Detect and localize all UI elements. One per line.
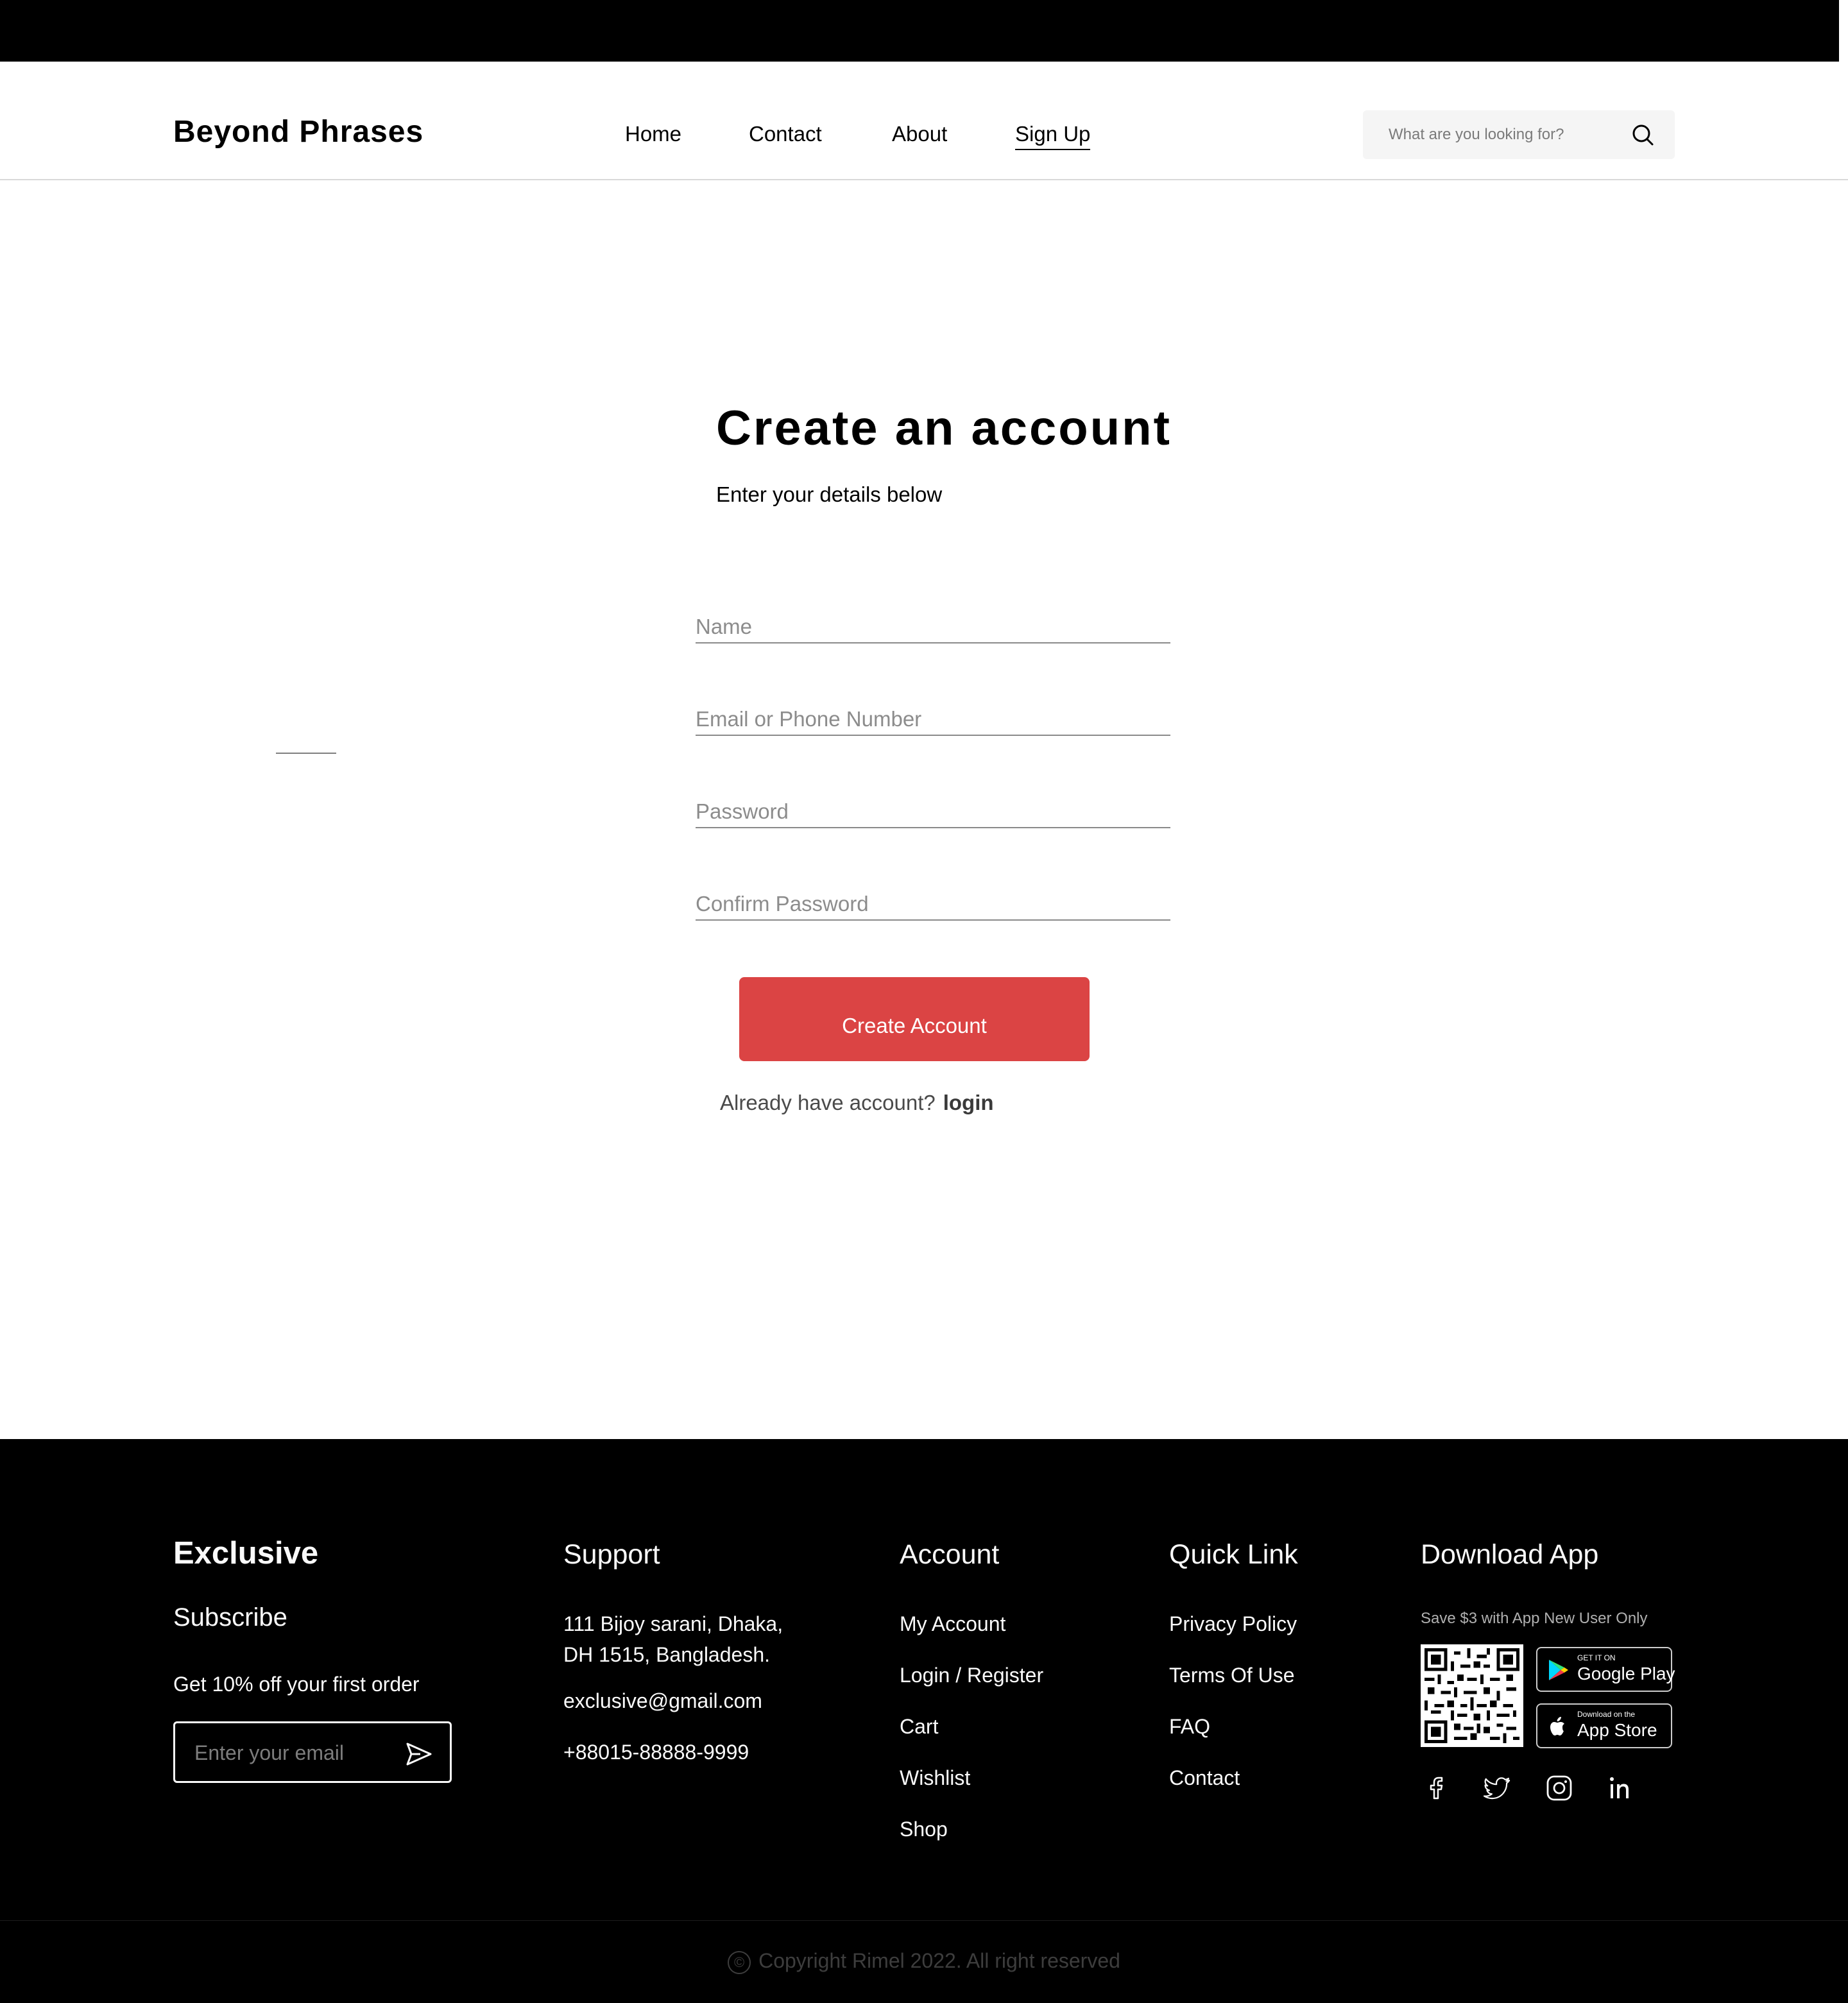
site-header: Beyond Phrases Home Contact About Sign U…: [0, 62, 1848, 180]
decorative-line: [276, 753, 336, 754]
footer-brand[interactable]: Exclusive: [173, 1535, 318, 1571]
create-account-button[interactable]: Create Account: [739, 977, 1090, 1061]
email-phone-field[interactable]: [696, 691, 1170, 736]
google-play-button[interactable]: GET IT ON Google Play: [1536, 1647, 1675, 1692]
qr-code[interactable]: [1421, 1644, 1523, 1747]
support-title: Support: [563, 1539, 660, 1570]
subscribe-form: [173, 1721, 452, 1783]
app-store-label: App Store: [1577, 1720, 1657, 1740]
google-play-small-label: GET IT ON: [1577, 1653, 1616, 1662]
google-play-icon: [1549, 1660, 1568, 1680]
linkedin-icon[interactable]: [1605, 1773, 1636, 1803]
apple-icon: [1550, 1717, 1564, 1735]
account-link-wishlist[interactable]: Wishlist: [900, 1762, 970, 1793]
nav-contact[interactable]: Contact: [749, 122, 822, 146]
copyright-icon: ©: [728, 1950, 751, 1974]
login-row: Already have account? login: [720, 1091, 994, 1115]
twitter-icon[interactable]: [1482, 1773, 1513, 1803]
password-field[interactable]: [696, 783, 1170, 828]
app-store-button[interactable]: Download on the App Store: [1536, 1703, 1672, 1748]
support-phone[interactable]: +88015-88888-9999: [563, 1737, 749, 1768]
facebook-icon[interactable]: [1421, 1773, 1451, 1803]
support-address-line2: DH 1515, Bangladesh.: [563, 1643, 770, 1666]
quick-link-terms-of-use[interactable]: Terms Of Use: [1169, 1660, 1295, 1691]
quick-link-faq[interactable]: FAQ: [1169, 1711, 1210, 1742]
send-icon[interactable]: [404, 1739, 434, 1769]
search-icon[interactable]: [1630, 122, 1656, 148]
form-subtitle: Enter your details below: [716, 482, 943, 506]
copyright-text: Copyright Rimel 2022. All right reserved: [758, 1949, 1120, 1972]
form-title: Create an account: [716, 401, 1172, 456]
top-bar: [0, 0, 1839, 62]
subscribe-email-input[interactable]: [194, 1740, 387, 1766]
site-footer: Exclusive Subscribe Get 10% off your fir…: [0, 1439, 1848, 2003]
account-link-cart[interactable]: Cart: [900, 1711, 938, 1742]
copyright-bar: © Copyright Rimel 2022. All right reserve…: [0, 1920, 1848, 2003]
app-promo-note: Save $3 with App New User Only: [1421, 1610, 1648, 1627]
instagram-icon[interactable]: [1544, 1773, 1575, 1803]
name-field[interactable]: [696, 599, 1170, 644]
subscribe-offer: Get 10% off your first order: [173, 1673, 420, 1696]
account-link-my-account[interactable]: My Account: [900, 1608, 1005, 1639]
nav-sign-up[interactable]: Sign Up: [1015, 122, 1091, 150]
search-input[interactable]: [1389, 123, 1607, 146]
search-box: [1363, 110, 1675, 159]
download-app-title: Download App: [1421, 1539, 1599, 1570]
quick-link-title: Quick Link: [1169, 1539, 1298, 1570]
subscribe-title: Subscribe: [173, 1603, 287, 1632]
account-title: Account: [900, 1539, 1000, 1570]
login-prompt: Already have account?: [720, 1091, 936, 1114]
google-play-label: Google Play: [1577, 1664, 1675, 1683]
quick-link-privacy-policy[interactable]: Privacy Policy: [1169, 1608, 1297, 1639]
support-address-line1: 111 Bijoy sarani, Dhaka,: [563, 1612, 783, 1635]
account-link-login-register[interactable]: Login / Register: [900, 1660, 1043, 1691]
app-store-small-label: Download on the: [1577, 1710, 1636, 1719]
copyright-text-row: © Copyright Rimel 2022. All right reserve…: [0, 1949, 1848, 1974]
confirm-password-field[interactable]: [696, 876, 1170, 921]
quick-link-contact[interactable]: Contact: [1169, 1762, 1240, 1793]
account-link-shop[interactable]: Shop: [900, 1814, 948, 1845]
support-email[interactable]: exclusive@gmail.com: [563, 1685, 762, 1716]
nav-home[interactable]: Home: [625, 122, 681, 146]
login-link[interactable]: login: [943, 1091, 994, 1114]
nav-about[interactable]: About: [892, 122, 947, 146]
